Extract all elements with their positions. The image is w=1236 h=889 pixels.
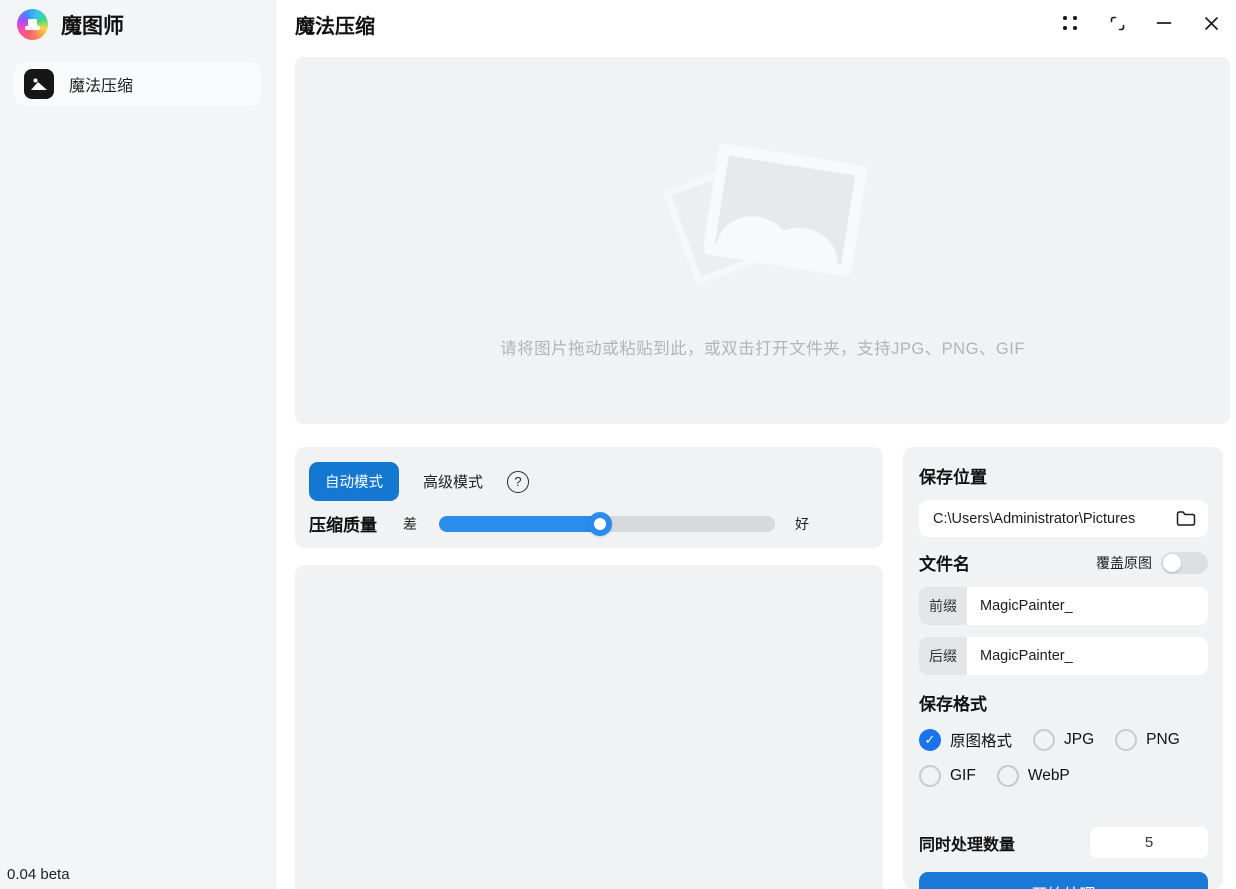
save-format-heading: 保存格式 (919, 690, 1208, 715)
suffix-input[interactable]: MagicPainter_ (967, 637, 1208, 675)
quality-min-label: 差 (403, 514, 417, 534)
suffix-chip: 后缀 (919, 637, 967, 675)
toggle-knob (1163, 554, 1181, 572)
close-icon[interactable] (1198, 10, 1224, 36)
quality-slider-thumb[interactable] (588, 512, 612, 536)
radio-circle-icon (997, 765, 1019, 787)
app-title: 魔图师 (61, 10, 124, 40)
version-label: 0.04 beta (7, 866, 70, 883)
sidebar-item-magic-compress[interactable]: 魔法压缩 (14, 62, 261, 106)
page-title: 魔法压缩 (295, 10, 375, 39)
concurrency-label: 同时处理数量 (919, 831, 1015, 855)
app-logo-row: 魔图师 (0, 0, 275, 40)
image-icon (24, 69, 54, 99)
tab-auto-mode[interactable]: 自动模式 (309, 462, 399, 501)
header: 魔法压缩 (276, 0, 1236, 57)
radio-png[interactable]: PNG (1115, 729, 1180, 751)
quality-label: 压缩质量 (309, 511, 377, 536)
save-settings-panel: 保存位置 C:\Users\Administrator\Pictures 文件名… (903, 447, 1223, 889)
help-icon[interactable]: ? (507, 471, 529, 493)
sidebar: 魔图师 魔法压缩 0.04 beta (0, 0, 276, 889)
save-location-heading: 保存位置 (919, 463, 1208, 488)
overwrite-toggle[interactable] (1161, 552, 1208, 574)
filename-heading: 文件名 (919, 550, 970, 575)
suffix-field: 后缀 MagicPainter_ (919, 637, 1208, 675)
radio-gif[interactable]: GIF (919, 765, 976, 787)
image-dropzone[interactable]: 请将图片拖动或粘贴到此，或双击打开文件夹，支持JPG、PNG、GIF (295, 57, 1230, 424)
save-path-value: C:\Users\Administrator\Pictures (933, 511, 1176, 527)
radio-circle-icon (1033, 729, 1055, 751)
folder-icon[interactable] (1176, 510, 1196, 527)
radio-circle-icon (919, 729, 941, 751)
save-path-input[interactable]: C:\Users\Administrator\Pictures (919, 500, 1208, 537)
mode-panel: 自动模式 高级模式 ? 压缩质量 差 好 (295, 447, 883, 548)
concurrency-input[interactable]: 5 (1090, 827, 1208, 858)
quality-max-label: 好 (795, 514, 809, 534)
window-controls (1057, 10, 1224, 36)
photo-stack-icon (668, 140, 858, 300)
grid-menu-icon[interactable] (1057, 10, 1083, 36)
fullscreen-icon[interactable] (1104, 10, 1130, 36)
radio-jpg[interactable]: JPG (1033, 729, 1094, 751)
quality-slider-fill (439, 516, 600, 532)
prefix-chip: 前缀 (919, 587, 967, 625)
quality-slider[interactable] (439, 516, 775, 532)
sidebar-item-label: 魔法压缩 (69, 72, 133, 96)
minimize-icon[interactable] (1151, 10, 1177, 36)
app-logo-icon (17, 9, 48, 40)
prefix-field: 前缀 MagicPainter_ (919, 587, 1208, 625)
file-list-panel (295, 565, 883, 889)
start-processing-button[interactable]: 开始处理 (919, 872, 1208, 889)
radio-circle-icon (1115, 729, 1137, 751)
tab-advanced-mode[interactable]: 高级模式 (423, 471, 483, 492)
prefix-input[interactable]: MagicPainter_ (967, 587, 1208, 625)
dropzone-hint: 请将图片拖动或粘贴到此，或双击打开文件夹，支持JPG、PNG、GIF (295, 335, 1230, 359)
overwrite-label: 覆盖原图 (1096, 553, 1152, 573)
radio-webp[interactable]: WebP (997, 765, 1070, 787)
radio-original-format[interactable]: 原图格式 (919, 729, 1012, 751)
main-area: 魔法压缩 (276, 0, 1236, 889)
radio-circle-icon (919, 765, 941, 787)
